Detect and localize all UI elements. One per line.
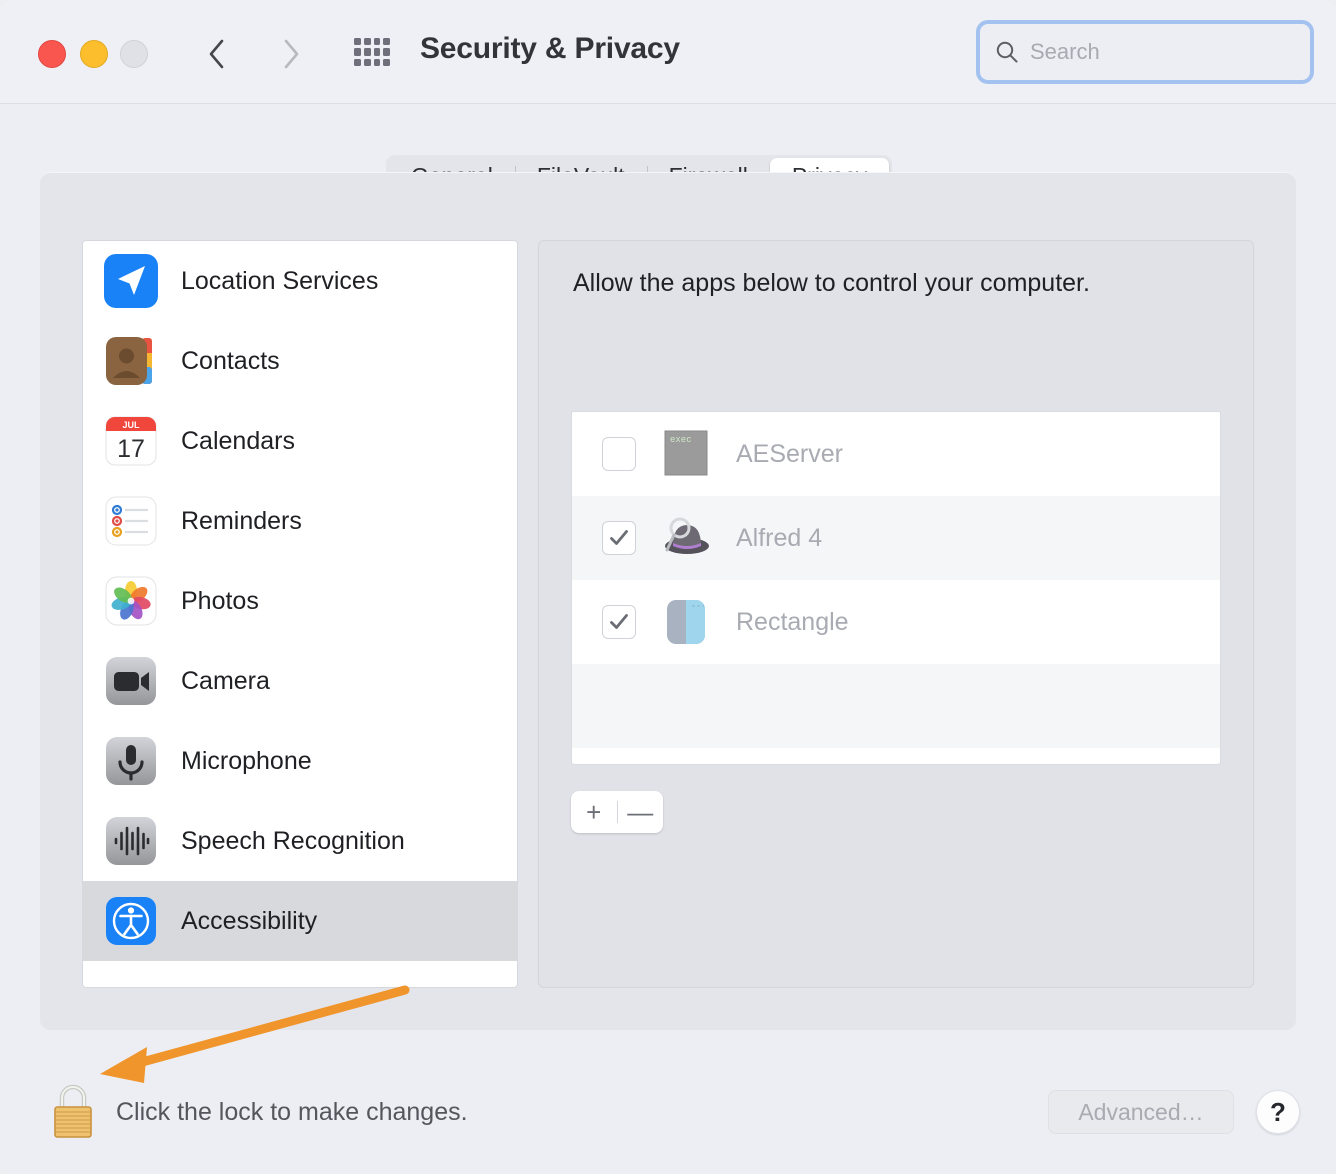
- lock-hint-text: Click the lock to make changes.: [116, 1098, 468, 1126]
- add-remove-segmented-control[interactable]: + —: [571, 791, 663, 833]
- checkmark-icon: [610, 614, 628, 629]
- add-app-button[interactable]: +: [571, 791, 617, 833]
- location-arrow-icon: [104, 254, 158, 308]
- help-button[interactable]: ?: [1256, 1090, 1300, 1134]
- page-title: Security & Privacy: [420, 32, 680, 65]
- empty-list-row: [572, 748, 1220, 764]
- photos-icon: [105, 576, 157, 626]
- privacy-category-list[interactable]: Location Services Contacts JUL 17 Calend…: [82, 240, 518, 988]
- forward-button[interactable]: [266, 28, 318, 80]
- search-icon: [996, 41, 1018, 63]
- table-row[interactable]: Alfred 4: [572, 496, 1220, 580]
- sidebar-item-label: Calendars: [181, 426, 295, 455]
- reminders-icon: [105, 496, 157, 546]
- calendar-icon: JUL 17: [105, 416, 157, 466]
- chevron-left-icon: [209, 39, 224, 69]
- sidebar-item-label: Accessibility: [181, 906, 318, 935]
- checkmark-icon: [610, 530, 628, 545]
- close-button[interactable]: [38, 40, 66, 68]
- empty-list-row: [572, 664, 1220, 748]
- chevron-right-icon: [284, 39, 299, 69]
- app-checkbox[interactable]: [602, 605, 636, 639]
- search-field[interactable]: [976, 20, 1314, 84]
- sidebar-item-camera[interactable]: Camera: [83, 641, 517, 721]
- exec-binary-icon: exec: [664, 430, 708, 476]
- app-name: AEServer: [736, 439, 843, 468]
- sidebar-item-reminders[interactable]: Reminders: [83, 481, 517, 561]
- calendar-month-label: JUL: [122, 420, 140, 430]
- sidebar-item-microphone[interactable]: Microphone: [83, 721, 517, 801]
- sidebar-item-location-services[interactable]: Location Services: [83, 241, 517, 321]
- contacts-icon: [106, 337, 152, 385]
- calendar-day-label: 17: [117, 435, 145, 463]
- sidebar-item-label: Microphone: [181, 746, 312, 775]
- sidebar-item-label: Reminders: [181, 506, 302, 535]
- title-bar: Security & Privacy: [0, 0, 1336, 104]
- app-checkbox[interactable]: [602, 437, 636, 471]
- pane-heading: Allow the apps below to control your com…: [573, 269, 1090, 297]
- app-name: Rectangle: [736, 607, 849, 636]
- advanced-button[interactable]: Advanced…: [1048, 1090, 1234, 1134]
- allowed-apps-list[interactable]: exec AEServer Alfred 4 Rectangle: [571, 411, 1221, 765]
- app-name: Alfred 4: [736, 523, 823, 552]
- system-preferences-window: Security & Privacy General FileVault Fir…: [0, 0, 1336, 1174]
- minimize-button[interactable]: [80, 40, 108, 68]
- search-input[interactable]: [1030, 39, 1296, 65]
- sidebar-item-contacts[interactable]: Contacts: [83, 321, 517, 401]
- exec-icon-label: exec: [670, 435, 692, 445]
- show-all-icon[interactable]: [352, 36, 392, 68]
- sidebar-item-calendars[interactable]: JUL 17 Calendars: [83, 401, 517, 481]
- rectangle-app-icon: [667, 600, 705, 644]
- sidebar-item-label: Camera: [181, 666, 270, 695]
- sidebar-item-label: Location Services: [181, 266, 379, 295]
- app-checkbox[interactable]: [602, 521, 636, 555]
- table-row[interactable]: exec AEServer: [572, 412, 1220, 496]
- table-row[interactable]: Rectangle: [572, 580, 1220, 664]
- sidebar-item-label: Photos: [181, 586, 259, 615]
- sidebar-item-accessibility[interactable]: Accessibility: [83, 881, 517, 961]
- sidebar-item-label: Speech Recognition: [181, 826, 405, 855]
- closed-padlock-icon[interactable]: [50, 1083, 96, 1141]
- app-permissions-pane: Allow the apps below to control your com…: [538, 240, 1254, 988]
- microphone-icon: [106, 737, 156, 785]
- waveform-icon: [106, 817, 156, 865]
- back-button[interactable]: [190, 28, 242, 80]
- camera-icon: [106, 657, 156, 705]
- remove-app-button[interactable]: —: [618, 791, 664, 833]
- sidebar-item-speech-recognition[interactable]: Speech Recognition: [83, 801, 517, 881]
- sidebar-item-label: Contacts: [181, 346, 280, 375]
- zoom-button: [120, 40, 148, 68]
- privacy-panel: Location Services Contacts JUL 17 Calend…: [40, 172, 1296, 1030]
- sidebar-item-photos[interactable]: Photos: [83, 561, 517, 641]
- accessibility-icon: [106, 897, 156, 945]
- alfred-hat-icon: [665, 517, 709, 554]
